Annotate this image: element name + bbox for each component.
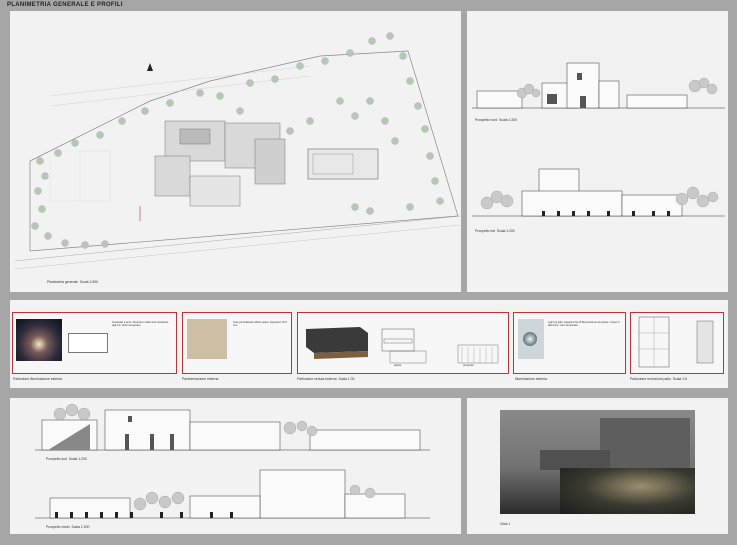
site-plan-scale: Scala 1:500 — [80, 280, 98, 284]
render-building — [600, 418, 690, 468]
south-elevation-scale: Scala 1:200 — [68, 457, 87, 461]
site-plan-drawing — [14, 32, 461, 270]
north-elevation-caption: Prospetto nord Scala 1:200 — [475, 118, 517, 122]
lighting-photo — [16, 319, 62, 361]
detail-wall-light-caption: Illuminazione esterna — [515, 377, 548, 381]
detail-wall-light-box: Light up light. Apparecchio di illuminaz… — [513, 312, 626, 374]
details-panel: Incassato a terra. Struttura in allumini… — [10, 300, 728, 388]
seating-drawings — [306, 327, 499, 364]
north-arrow-icon — [147, 63, 153, 71]
render-caption: Vista 1 — [500, 522, 511, 526]
paving-sample — [187, 319, 227, 359]
render-image — [500, 410, 695, 514]
elevations-panel-top: Prospetto nord Scala 1:200 Prospetto est… — [467, 11, 728, 292]
west-elevation-title: Prospetto ovest — [46, 525, 70, 529]
detail-seating-box: pianta prospetto — [297, 312, 509, 374]
detail-lighting-note: Incassato a terra. Struttura in allumini… — [112, 321, 169, 328]
west-elevation-scale: Scala 1:200 — [71, 525, 90, 529]
detail-seating-title: Particolare seduta esterna — [297, 377, 337, 381]
west-elevation-caption: Prospetto ovest Scala 1:200 — [46, 525, 89, 529]
detail-paving-note: Gres porcellanato effetto pietra. Spesso… — [233, 321, 287, 328]
north-elevation-scale: Scala 1:200 — [499, 118, 518, 122]
seating-elevation-label: prospetto — [463, 364, 474, 367]
detail-paving-caption: Pavimentazione esterna — [182, 377, 219, 381]
east-elevation-scale: Scala 1:200 — [496, 229, 515, 233]
south-west-elevations-drawing — [35, 403, 430, 519]
site-plan-panel: Planimetria generale Scala 1:500 — [10, 11, 461, 292]
south-elevation-title: Prospetto sud — [46, 457, 67, 461]
site-plan-caption: Planimetria generale Scala 1:500 — [47, 280, 98, 284]
wall-light-lens — [523, 332, 537, 346]
east-elevation-title: Prospetto est — [475, 229, 495, 233]
site-plan-caption-text: Planimetria generale — [47, 280, 79, 284]
detail-paving-box: Gres porcellanato effetto pietra. Spesso… — [182, 312, 292, 374]
east-elevation-caption: Prospetto est Scala 1:200 — [475, 229, 515, 233]
detail-lighting-box: Incassato a terra. Struttura in allumini… — [12, 312, 177, 374]
north-elevation-title: Prospetto nord — [475, 118, 498, 122]
detail-seating-caption: Particolare seduta esterna Scala 1:30 — [297, 377, 355, 381]
render-garden — [560, 468, 695, 514]
fence-drawings — [638, 316, 714, 368]
detail-fence-title: Particolare recinzione patio — [630, 377, 671, 381]
detail-lighting-caption: Particolare illuminazione esterna — [13, 377, 63, 381]
detail-seating-scale: Scala 1:30 — [338, 377, 355, 381]
render-panel: Vista 1 — [467, 398, 728, 534]
detail-fence-scale: Scala 1:5 — [672, 377, 687, 381]
south-elevation-caption: Prospetto sud Scala 1:200 — [46, 457, 87, 461]
elevations-panel-bottom: Prospetto sud Scala 1:200 Prospetto oves… — [10, 398, 461, 534]
lighting-fixture-sketch — [68, 333, 108, 353]
render-wall — [540, 450, 610, 470]
detail-fence-caption: Particolare recinzione patio Scala 1:5 — [630, 377, 687, 381]
detail-wall-light-note: Light up light. Apparecchio di illuminaz… — [548, 321, 620, 328]
sheet-title: PLANIMETRIA GENERALE E PROFILI — [7, 2, 123, 8]
detail-fence-box — [630, 312, 724, 374]
seating-plan-label: pianta — [394, 364, 402, 367]
north-elevation-drawing — [472, 62, 725, 217]
